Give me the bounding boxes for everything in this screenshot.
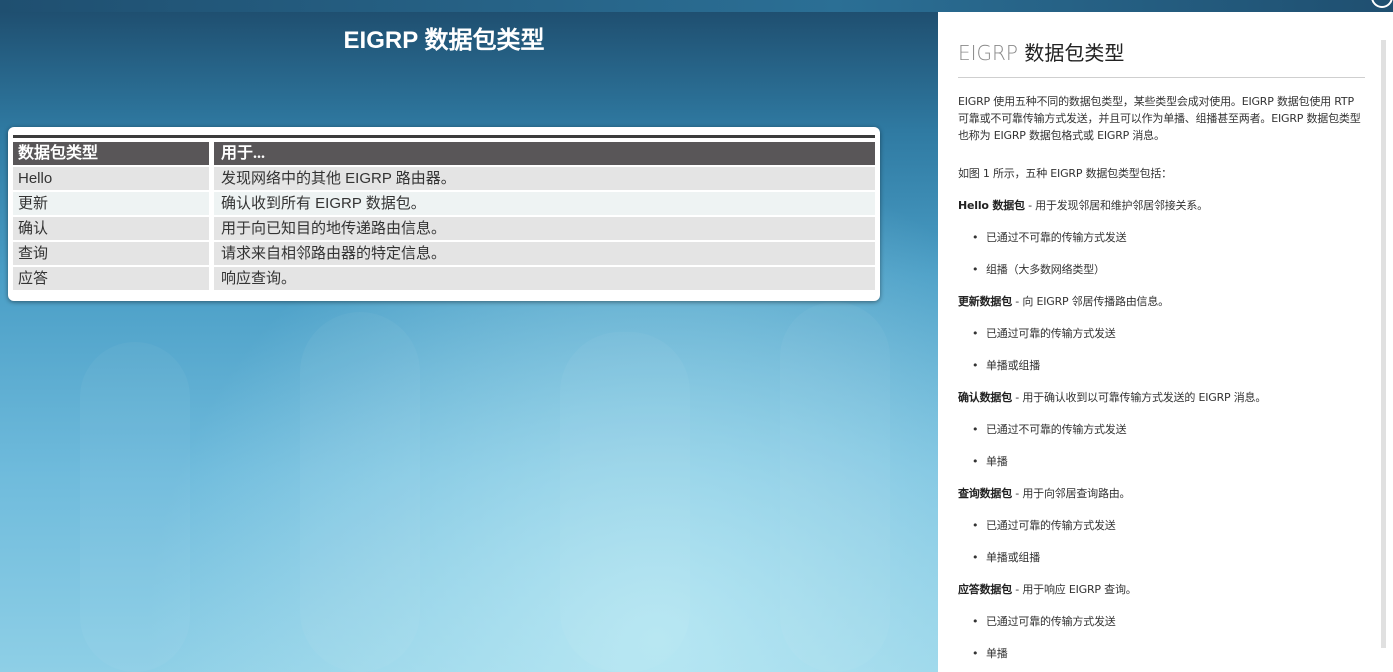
background-decor — [560, 332, 690, 672]
table-row: 确认 用于向已知目的地传递路由信息。 — [13, 217, 875, 240]
packet-hello: Hello 数据包 - 用于发现邻居和维护邻居邻接关系。 — [958, 197, 1366, 214]
panel-title-prefix: EIGRP — [958, 41, 1018, 65]
table-row: Hello 发现网络中的其他 EIGRP 路由器。 — [13, 167, 875, 190]
lead-paragraph: 如图 1 所示，五种 EIGRP 数据包类型包括： — [958, 167, 1172, 180]
bullet-item: 单播 — [972, 454, 1008, 470]
packet-name: 应答数据包 — [958, 583, 1012, 596]
cell-type: 确认 — [13, 217, 209, 240]
bullet-item: 单播或组播 — [972, 358, 1040, 374]
panel-divider — [958, 77, 1365, 78]
intro-paragraph: EIGRP 使用五种不同的数据包类型，某些类型会成对使用。EIGRP 数据包使用… — [958, 95, 1361, 142]
table-row: 查询 请求来自相邻路由器的特定信息。 — [13, 242, 875, 265]
content-panel: EIGRP 数据包类型 EIGRP 使用五种不同的数据包类型，某些类型会成对使用… — [938, 12, 1386, 672]
cell-type: 更新 — [13, 192, 209, 215]
bullet-item: 单播 — [972, 646, 1008, 662]
packet-desc: - 用于向邻居查询路由。 — [1012, 487, 1131, 500]
packet-desc: - 用于确认收到以可靠传输方式发送的 EIGRP 消息。 — [1012, 391, 1267, 404]
cell-usage: 请求来自相邻路由器的特定信息。 — [214, 242, 875, 265]
bullet-item: 已通过不可靠的传输方式发送 — [972, 422, 1127, 438]
slide-title: EIGRP 数据包类型 — [343, 27, 545, 54]
bullet-item: 单播或组播 — [972, 550, 1040, 566]
cell-type: 查询 — [13, 242, 209, 265]
cell-type: Hello — [13, 167, 209, 190]
header-cell-usage: 用于... — [214, 142, 875, 165]
packet-reply: 应答数据包 - 用于响应 EIGRP 查询。 — [958, 581, 1366, 598]
packet-types-table: 数据包类型 用于... Hello 发现网络中的其他 EIGRP 路由器。 更新… — [8, 127, 880, 301]
bullet-item: 已通过可靠的传输方式发送 — [972, 518, 1116, 534]
bullet-item: 组播（大多数网络类型） — [972, 262, 1105, 278]
cell-usage: 用于向已知目的地传递路由信息。 — [214, 217, 875, 240]
cell-usage: 确认收到所有 EIGRP 数据包。 — [214, 192, 875, 215]
background-decor — [80, 342, 190, 672]
header-cell-type: 数据包类型 — [13, 142, 209, 165]
table-row: 应答 响应查询。 — [13, 267, 875, 290]
packet-update: 更新数据包 - 向 EIGRP 邻居传播路由信息。 — [958, 293, 1366, 310]
table-divider — [13, 135, 875, 138]
packet-query: 查询数据包 - 用于向邻居查询路由。 — [958, 485, 1366, 502]
bullet-item: 已通过可靠的传输方式发送 — [972, 326, 1116, 342]
cell-usage: 响应查询。 — [214, 267, 875, 290]
bullet-item: 已通过不可靠的传输方式发送 — [972, 230, 1127, 246]
packet-desc: - 用于响应 EIGRP 查询。 — [1012, 583, 1137, 596]
cell-usage: 发现网络中的其他 EIGRP 路由器。 — [214, 167, 875, 190]
cell-type: 应答 — [13, 267, 209, 290]
packet-desc: - 向 EIGRP 邻居传播路由信息。 — [1012, 295, 1169, 308]
slide-stage: EIGRP 数据包类型 数据包类型 用于... Hello 发现网络中的其他 E… — [0, 12, 938, 672]
panel-title: EIGRP 数据包类型 — [958, 37, 1124, 66]
packet-ack: 确认数据包 - 用于确认收到以可靠传输方式发送的 EIGRP 消息。 — [958, 389, 1366, 406]
table-header-row: 数据包类型 用于... — [13, 142, 875, 165]
background-decor — [780, 302, 890, 672]
packet-name: 确认数据包 — [958, 391, 1012, 404]
table-row: 更新 确认收到所有 EIGRP 数据包。 — [13, 192, 875, 215]
packet-name: Hello 数据包 — [958, 199, 1025, 212]
top-bar — [0, 0, 1393, 12]
panel-title-main: 数据包类型 — [1024, 41, 1125, 65]
packet-desc: - 用于发现邻居和维护邻居邻接关系。 — [1024, 199, 1208, 212]
packet-name: 查询数据包 — [958, 487, 1012, 500]
close-circle-icon[interactable] — [1371, 0, 1393, 8]
packet-name: 更新数据包 — [958, 295, 1012, 308]
panel-scrollbar[interactable] — [1381, 40, 1386, 648]
bullet-item: 已通过可靠的传输方式发送 — [972, 614, 1116, 630]
background-decor — [300, 312, 420, 672]
